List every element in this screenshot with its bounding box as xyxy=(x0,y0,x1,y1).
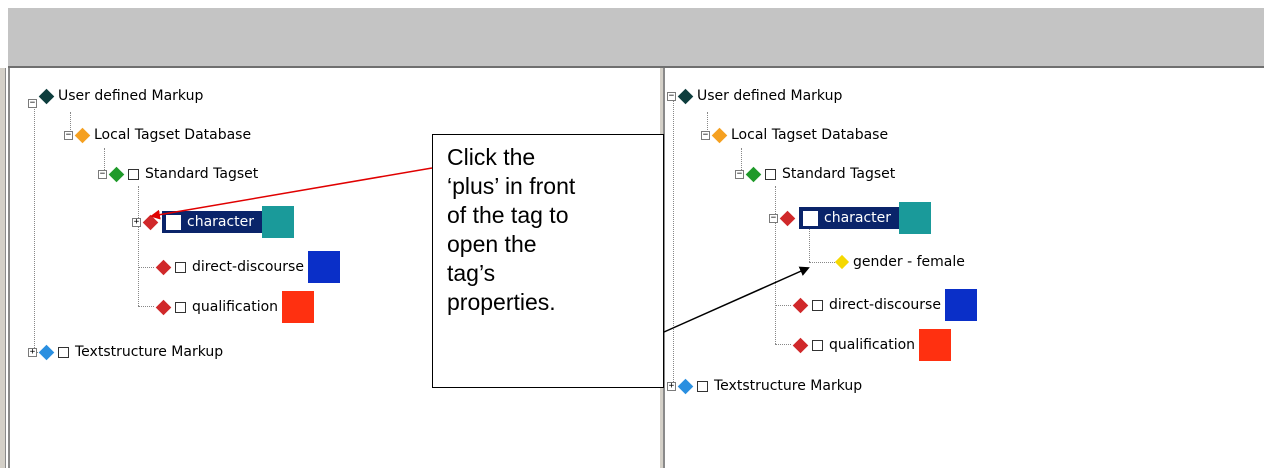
dark-teal-diamond-icon xyxy=(677,88,694,104)
callout-line: tag’s xyxy=(447,260,496,286)
tree-line xyxy=(138,306,154,307)
checkbox[interactable] xyxy=(812,299,823,311)
tree-line xyxy=(809,262,835,263)
blue-diamond-icon xyxy=(38,344,55,360)
callout-line: open the xyxy=(447,231,537,257)
red-diamond-icon xyxy=(155,259,172,275)
collapse-icon[interactable]: − xyxy=(64,130,73,140)
expand-plus-icon[interactable]: + xyxy=(667,381,676,391)
tag-color-swatch xyxy=(899,202,932,234)
orange-diamond-icon xyxy=(711,127,728,143)
callout-line: Click the xyxy=(447,144,536,170)
tree-line xyxy=(138,186,139,306)
tree-node-character[interactable]: − character xyxy=(769,201,932,235)
node-label: Local Tagset Database xyxy=(731,127,889,143)
green-diamond-icon xyxy=(745,166,762,182)
tree-node-user-defined-markup[interactable]: − User defined Markup xyxy=(667,84,842,108)
expand-plus-icon[interactable]: + xyxy=(132,217,141,227)
callout-line: ‘plus’ in front xyxy=(447,173,576,199)
checkbox[interactable] xyxy=(175,301,186,313)
node-label: qualification xyxy=(829,337,916,353)
node-label: gender - female xyxy=(853,254,965,270)
toolbar-area xyxy=(8,8,1264,66)
tree-node-direct-discourse[interactable]: direct-discourse xyxy=(154,250,340,284)
expand-plus-icon[interactable]: + xyxy=(28,347,37,357)
node-label: character xyxy=(824,210,892,226)
tree-node-user-defined-markup[interactable]: − User defined Markup xyxy=(28,84,203,108)
node-label: Standard Tagset xyxy=(145,166,259,182)
tree-line xyxy=(673,100,674,386)
tree-node-property-gender[interactable]: gender - female xyxy=(833,250,965,274)
tag-color-swatch xyxy=(262,206,295,238)
tree-node-qualification[interactable]: qualification xyxy=(791,328,952,362)
tag-color-swatch xyxy=(307,251,340,283)
yellow-diamond-icon xyxy=(834,254,850,270)
blue-diamond-icon xyxy=(677,378,694,394)
tree-node-local-tagset-database[interactable]: − Local Tagset Database xyxy=(64,123,251,147)
collapse-icon[interactable]: − xyxy=(98,169,107,179)
tree-line xyxy=(34,100,35,352)
node-label: Local Tagset Database xyxy=(94,127,252,143)
tree-line xyxy=(138,267,154,268)
tree-node-direct-discourse[interactable]: direct-discourse xyxy=(791,288,977,322)
tree-node-standard-tagset[interactable]: − Standard Tagset xyxy=(735,162,895,186)
collapse-icon[interactable]: − xyxy=(769,213,778,223)
callout-line: properties. xyxy=(447,289,556,315)
dark-teal-diamond-icon xyxy=(38,88,55,104)
node-label: qualification xyxy=(192,299,279,315)
checkbox[interactable] xyxy=(697,380,708,392)
tag-color-swatch xyxy=(282,291,315,323)
window-frame-left xyxy=(0,68,6,468)
red-diamond-icon xyxy=(155,299,172,315)
checkbox[interactable] xyxy=(765,168,776,180)
checkbox[interactable] xyxy=(166,214,181,230)
tree-node-qualification[interactable]: qualification xyxy=(154,290,315,324)
tree-node-local-tagset-database[interactable]: − Local Tagset Database xyxy=(701,123,888,147)
red-diamond-icon xyxy=(792,297,809,313)
node-label: character xyxy=(187,214,255,230)
collapse-icon[interactable]: − xyxy=(701,130,710,140)
node-label: direct-discourse xyxy=(829,297,941,313)
collapse-icon[interactable]: − xyxy=(28,98,37,108)
tree-line xyxy=(775,305,791,306)
checkbox[interactable] xyxy=(58,346,69,358)
tree-node-textstructure-markup[interactable]: + Textstructure Markup xyxy=(28,340,223,364)
collapse-icon[interactable]: − xyxy=(667,91,676,101)
instruction-callout: Click the ‘plus’ in front of the tag to … xyxy=(432,134,664,388)
tree-node-textstructure-markup[interactable]: + Textstructure Markup xyxy=(667,374,862,398)
red-diamond-icon xyxy=(142,214,159,230)
checkbox[interactable] xyxy=(175,261,186,273)
tag-color-swatch xyxy=(919,329,952,361)
checkbox[interactable] xyxy=(812,339,823,351)
selected-tag[interactable]: character xyxy=(162,211,263,233)
tree-node-standard-tagset[interactable]: − Standard Tagset xyxy=(98,162,258,186)
node-label: direct-discourse xyxy=(192,259,304,275)
callout-line: of the tag to xyxy=(447,202,569,228)
red-diamond-icon xyxy=(779,210,796,226)
node-label: User defined Markup xyxy=(697,88,843,104)
collapse-icon[interactable]: − xyxy=(735,169,744,179)
orange-diamond-icon xyxy=(74,127,91,143)
node-label: User defined Markup xyxy=(58,88,204,104)
node-label: Standard Tagset xyxy=(782,166,896,182)
red-diamond-icon xyxy=(792,337,809,353)
green-diamond-icon xyxy=(108,166,125,182)
node-label: Textstructure Markup xyxy=(75,344,224,360)
tree-node-character[interactable]: + character xyxy=(132,205,295,239)
tree-line xyxy=(775,344,791,345)
selected-tag[interactable]: character xyxy=(799,207,900,229)
checkbox[interactable] xyxy=(128,168,139,180)
tag-color-swatch xyxy=(944,289,977,321)
node-label: Textstructure Markup xyxy=(714,378,863,394)
checkbox[interactable] xyxy=(803,210,818,226)
